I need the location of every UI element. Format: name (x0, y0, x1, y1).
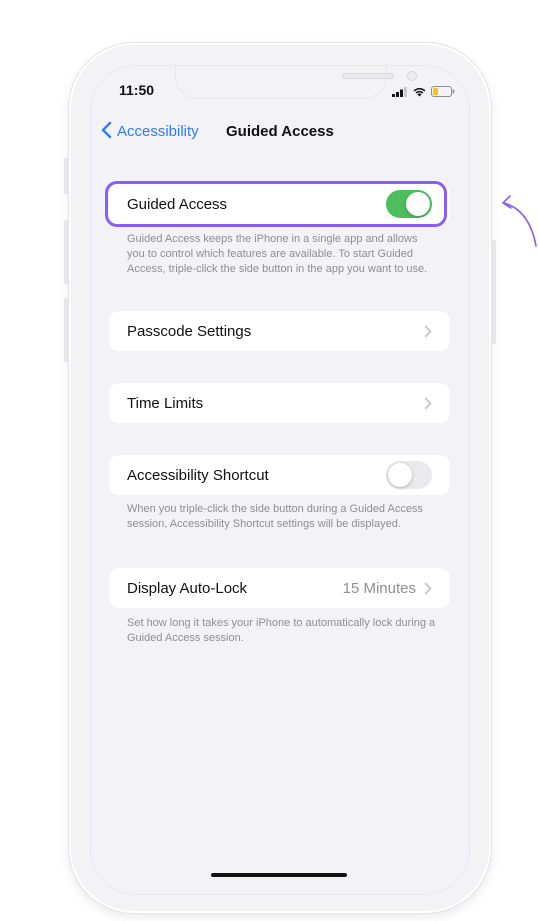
curved-arrow-icon (496, 190, 538, 255)
navigation-bar: Accessibility Guided Access (91, 121, 469, 147)
wifi-icon (412, 84, 427, 102)
accessibility-shortcut-cell[interactable]: Accessibility Shortcut (109, 455, 450, 495)
side-button-left-low (64, 298, 68, 362)
display-auto-lock-footer: Set how long it takes your iPhone to aut… (127, 617, 436, 644)
speaker-grille (342, 73, 394, 79)
status-time: 11:50 (119, 82, 155, 98)
time-limits-label: Time Limits (127, 394, 204, 412)
accessibility-shortcut-label: Accessibility Shortcut (127, 466, 269, 484)
toggle-knob (388, 463, 412, 487)
page-title: Guided Access (226, 123, 334, 140)
guided-access-highlight (105, 181, 447, 227)
chevron-right-icon (424, 325, 432, 338)
chevron-right-icon (424, 397, 432, 410)
display-auto-lock-cell[interactable]: Display Auto-Lock 15 Minutes (109, 568, 450, 608)
back-button[interactable]: Accessibility (101, 121, 199, 143)
back-button-label: Accessibility (117, 123, 199, 140)
chevron-right-icon (424, 582, 432, 595)
status-icons (392, 84, 455, 102)
display-auto-lock-label: Display Auto-Lock (127, 579, 248, 597)
side-button-right (492, 240, 496, 344)
battery-icon (431, 84, 455, 102)
chevron-left-icon (101, 121, 117, 143)
notch (175, 66, 417, 99)
front-camera (407, 71, 417, 81)
passcode-settings-label: Passcode Settings (127, 322, 252, 340)
accessibility-shortcut-footer: When you triple-click the side button du… (127, 503, 423, 530)
side-button-left-top (64, 158, 68, 194)
home-indicator[interactable] (211, 873, 347, 877)
passcode-settings-cell[interactable]: Passcode Settings (109, 311, 450, 351)
time-limits-cell[interactable]: Time Limits (109, 383, 450, 423)
phone-screen: 11:50 Accessibility Guided Access Guided… (90, 65, 470, 895)
accessibility-shortcut-toggle[interactable] (386, 461, 432, 489)
cellular-signal-icon (392, 84, 408, 102)
display-auto-lock-value: 15 Minutes (342, 579, 416, 597)
side-button-left-mid (64, 220, 68, 284)
guided-access-footer: Guided Access keeps the iPhone in a sing… (127, 233, 428, 275)
